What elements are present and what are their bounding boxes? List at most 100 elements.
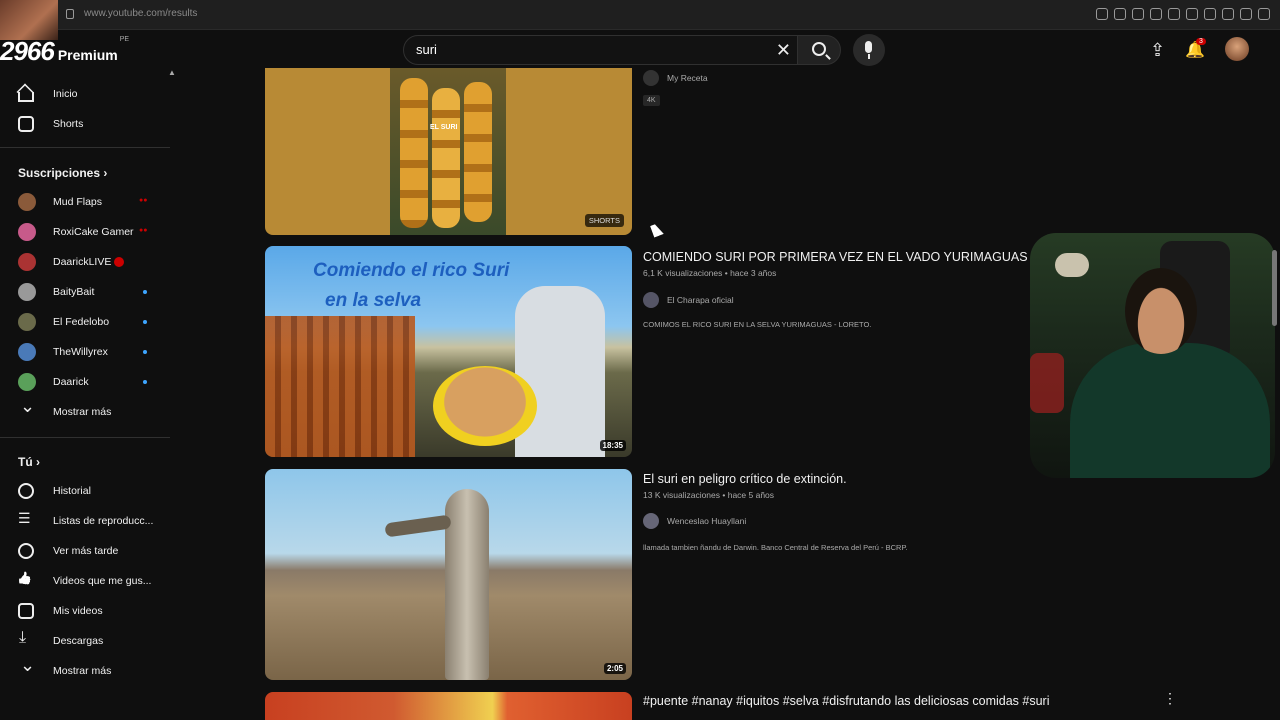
search-input[interactable] — [416, 42, 756, 57]
sidebar-item-label: BaityBait — [53, 286, 95, 298]
clear-search-icon[interactable]: ✕ — [776, 41, 791, 59]
video-thumbnail[interactable]: Comiendo el rico Suri en la selva 18:35 — [265, 246, 632, 457]
sidebar-item-watch-later[interactable]: Ver más tarde — [18, 541, 118, 561]
thumbs-up-icon — [18, 573, 34, 589]
video-thumbnail[interactable] — [265, 692, 632, 720]
sidebar-scroll-up-icon[interactable]: ▲ — [168, 68, 176, 77]
sidebar-divider — [0, 437, 170, 438]
address-bar[interactable]: www.youtube.com/results — [84, 8, 197, 19]
sidebar-item-label: Descargas — [53, 635, 104, 647]
account-icon[interactable] — [1222, 8, 1234, 20]
video-thumbnail[interactable]: EL SURI SHORTS — [265, 68, 632, 235]
video-duration: 2:05 — [603, 663, 626, 674]
channel-link[interactable]: El Charapa oficial — [643, 292, 734, 308]
show-more-subscriptions[interactable]: Mostrar más — [18, 396, 111, 422]
sidebar-item-subscription[interactable]: Mud Flaps — [18, 192, 102, 212]
channel-avatar — [18, 193, 36, 211]
sidebar-item-my-videos[interactable]: Mis videos — [18, 601, 103, 621]
sidebar-item-label: Daarick — [53, 376, 89, 388]
sidebar-item-inicio[interactable]: Inicio — [18, 84, 78, 104]
logo-premium-label: Premium — [57, 47, 118, 63]
shorts-badge: SHORTS — [584, 214, 624, 227]
video-title[interactable]: El suri en peligro crítico de extinción. — [643, 472, 847, 486]
channel-avatar — [18, 373, 36, 391]
search-box[interactable]: ✕ — [403, 35, 798, 65]
sidebar-item-subscription[interactable]: Daarick — [18, 372, 89, 392]
you-header[interactable]: Tú › — [18, 455, 40, 469]
extension-icon[interactable] — [1204, 8, 1216, 20]
page-scrollbar[interactable] — [1272, 250, 1277, 326]
upload-icon[interactable]: ⇪ — [1150, 40, 1165, 61]
screenshot-icon[interactable] — [1132, 8, 1144, 20]
webcam-microphone — [1055, 253, 1089, 277]
thumbnail-rhea-bird — [445, 489, 489, 680]
show-more-you[interactable]: Mostrar más — [18, 655, 112, 681]
new-content-dot — [143, 350, 147, 354]
sidebar-item-label: Mostrar más — [53, 665, 112, 677]
heart-icon[interactable] — [1186, 8, 1198, 20]
sidebar-item-liked-videos[interactable]: Videos que me gus... — [18, 571, 151, 591]
search-button[interactable] — [797, 35, 841, 65]
channel-name: El Charapa oficial — [667, 295, 734, 305]
video-thumbnail[interactable]: 2:05 — [265, 469, 632, 680]
new-content-badge: ●● — [139, 197, 148, 204]
live-indicator-icon — [114, 257, 125, 267]
sidebar-item-label: Inicio — [53, 88, 78, 100]
more-options-icon[interactable]: ⋮ — [1163, 690, 1177, 707]
sidebar-item-label: TheWillyrex — [53, 346, 108, 358]
webcam-person-head — [1125, 268, 1197, 354]
shield-icon[interactable] — [1150, 8, 1162, 20]
channel-link[interactable]: Wenceslao Huayllani — [643, 513, 746, 529]
bookmark-icon[interactable] — [1114, 8, 1126, 20]
streamer-webcam-overlay — [1030, 233, 1275, 478]
thumbnail-text: en la selva — [325, 290, 422, 311]
sidebar-item-label: El Fedelobo — [53, 316, 110, 328]
channel-link[interactable]: My Receta — [643, 70, 708, 86]
sidebar-item-shorts[interactable]: Shorts — [18, 114, 83, 134]
sidebar-item-downloads[interactable]: Descargas — [18, 629, 104, 651]
video-duration: 18:35 — [599, 440, 626, 451]
video-title[interactable]: #puente #nanay #iquitos #selva #disfruta… — [643, 694, 1050, 708]
sidebar-item-label: RoxiCake Gamer — [53, 226, 134, 238]
clock-icon — [18, 543, 34, 559]
channel-avatar — [18, 253, 36, 271]
notification-count-badge: 3 — [1196, 38, 1206, 45]
thumbnail-rhea-beak — [384, 514, 452, 538]
sidebar-item-label: Videos que me gus... — [53, 575, 152, 587]
zoom-icon[interactable] — [1096, 8, 1108, 20]
sidebar-divider — [0, 147, 170, 148]
history-icon — [18, 483, 34, 499]
channel-avatar — [643, 70, 659, 86]
sidebar-item-subscription[interactable]: RoxiCake Gamer — [18, 222, 134, 242]
sidebar-item-subscription[interactable]: TheWillyrex — [18, 342, 108, 362]
sidebar-item-subscription[interactable]: DaarickLIVE — [18, 252, 125, 272]
sidebar-item-label: Mis videos — [53, 605, 103, 617]
webcam-light-red — [1030, 353, 1064, 413]
logo-country-code: PE — [119, 36, 130, 43]
video-description: COMIMOS EL RICO SURI EN LA SELVA YURIMAG… — [643, 320, 872, 329]
sidebar-item-playlists[interactable]: Listas de reproducc... — [18, 510, 153, 531]
playlist-icon — [18, 510, 34, 529]
video-meta: 6,1 K visualizaciones • hace 3 años — [643, 268, 777, 278]
menu-icon[interactable] — [1258, 8, 1270, 20]
play-icon[interactable] — [1168, 8, 1180, 20]
sidebar-item-subscription[interactable]: BaityBait — [18, 282, 94, 302]
channel-name: My Receta — [667, 73, 708, 83]
video-meta: 13 K visualizaciones • hace 5 años — [643, 490, 775, 500]
browser-extensions — [1096, 8, 1270, 20]
shorts-icon — [18, 116, 34, 132]
sidebar-item-label: Mud Flaps — [53, 196, 103, 208]
download-icon — [18, 629, 34, 649]
sidebar-item-label: Historial — [53, 485, 91, 497]
account-avatar[interactable] — [1225, 37, 1249, 61]
chevron-down-icon — [18, 396, 35, 420]
sidebar-item-subscription[interactable]: El Fedelobo — [18, 312, 109, 332]
sidebar-item-historial[interactable]: Historial — [18, 481, 91, 501]
download-icon[interactable] — [1240, 8, 1252, 20]
voice-search-button[interactable] — [853, 34, 885, 66]
subscriptions-header[interactable]: Suscripciones › — [18, 166, 107, 180]
channel-avatar — [643, 292, 659, 308]
youtube-logo[interactable]: 2966 Premium PE — [0, 36, 129, 67]
channel-avatar — [643, 513, 659, 529]
video-title[interactable]: COMIENDO SURI POR PRIMERA VEZ EN EL VADO… — [643, 250, 1090, 264]
